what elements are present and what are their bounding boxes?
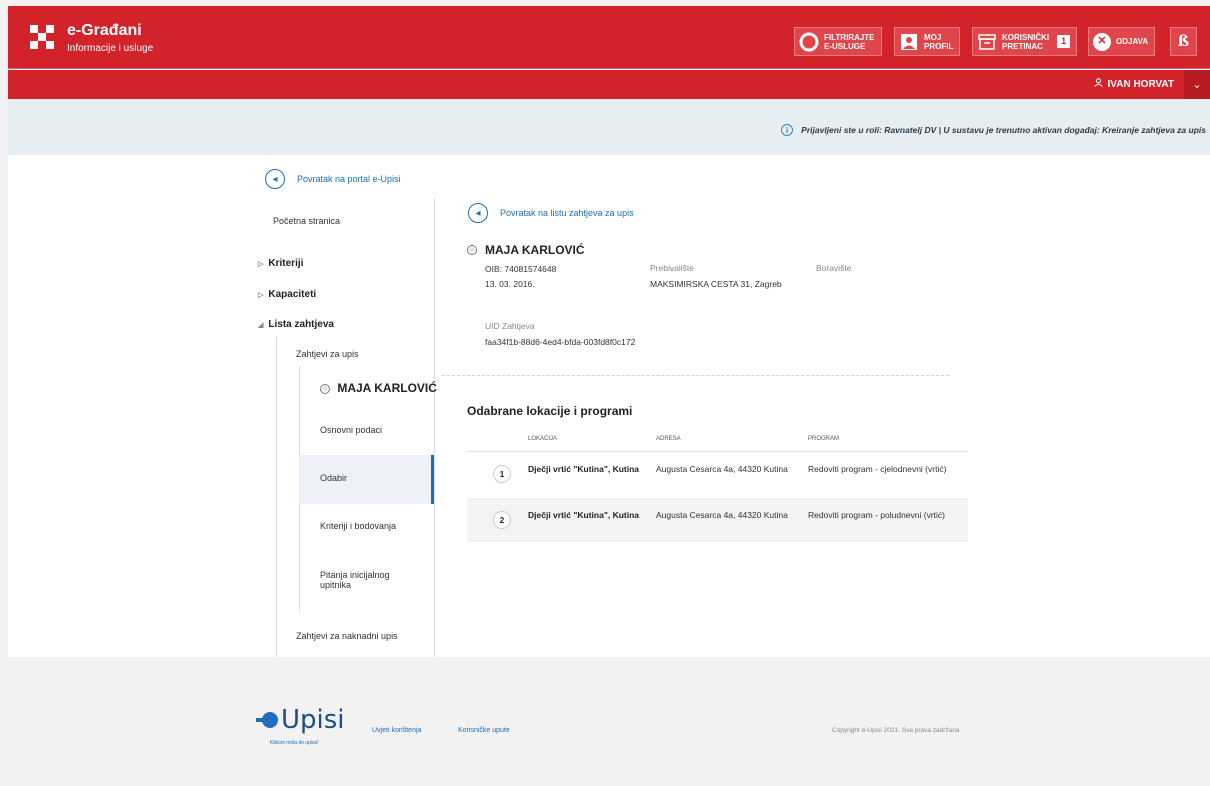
sidebar-item-selection[interactable]: Odabir: [320, 473, 455, 483]
filter-label-1: FILTRIRAJTE: [824, 32, 875, 42]
sidebar-request-list-label: Lista zahtjeva: [268, 319, 334, 330]
brand-title[interactable]: e-Građani: [67, 22, 142, 40]
filter-services-button[interactable]: FILTRIRAJTE E-USLUGE: [794, 27, 882, 56]
profile-icon: [899, 32, 919, 52]
user-guide-link[interactable]: Korisničke upute: [458, 727, 510, 734]
section-title: Odabrane lokacije i programi: [467, 404, 633, 418]
terms-link[interactable]: Uvjeti korištenja: [372, 727, 421, 734]
my-profile-button[interactable]: MOJ PROFIL: [894, 27, 961, 56]
page-frame: e-Građani Informacije i usluge FILTRIRAJ…: [8, 6, 1210, 786]
row-address: Augusta Cesarca 4a, 44320 Kutina: [656, 464, 788, 474]
back-to-portal-label: Povratak na portal e-Upisi: [297, 174, 401, 184]
residence-label: Prebivalište: [650, 263, 694, 273]
sidebar-item-capacities[interactable]: ▷ Kapaciteti: [258, 289, 316, 300]
caret-right-icon: ▷: [258, 292, 264, 299]
lifebuoy-icon: [799, 32, 819, 52]
sidebar-item-initial-questionnaire[interactable]: Pitanja inicijalnog upitnika: [320, 570, 410, 590]
request-list-tree-line: [276, 337, 277, 657]
row-address: Augusta Cesarca 4a, 44320 Kutina: [656, 510, 788, 520]
brand-subtitle: Informacije i usluge: [67, 43, 154, 54]
uid-value: faa34f1b-88d6-4ed4-bfda-003fd8f0c172: [485, 337, 636, 347]
row-number: 1: [493, 465, 511, 483]
sidebar-item-criteria-scoring[interactable]: Kriteriji i bodovanja: [320, 521, 455, 531]
info-icon: i: [781, 124, 794, 136]
child-icon: ☺: [467, 245, 477, 255]
arrow-left-icon: ◂: [468, 203, 488, 223]
logout-button[interactable]: ✕ ODJAVA: [1088, 27, 1156, 56]
table-row: 2 Dječji vrtić "Kutina", Kutina Augusta …: [467, 498, 968, 542]
accessibility-icon: ß: [1177, 32, 1190, 50]
sidebar-item-enrollment-requests[interactable]: Zahtjevi za upis: [296, 349, 359, 359]
row-location: Dječji vrtić "Kutina", Kutina: [528, 464, 640, 474]
arrow-left-icon: ◂: [265, 169, 285, 189]
caret-down-icon: ◢: [258, 322, 264, 329]
oib-value: OIB: 74081574648: [485, 264, 557, 274]
sidebar-child-name-label: MAJA KARLOVIĆ: [337, 381, 437, 395]
column-header-location: LOKACIJA: [528, 436, 558, 442]
info-bar: i Prijavljeni ste u roli: Ravnatelj DV |…: [8, 99, 1210, 155]
logout-label: ODJAVA: [1116, 37, 1149, 46]
inbox-label-1: KORISNIČKI: [1002, 32, 1050, 42]
section-divider: [442, 375, 949, 376]
inbox-icon: [977, 32, 997, 52]
sidebar-item-request-list[interactable]: ◢ Lista zahtjeva: [258, 319, 334, 330]
user-menu[interactable]: IVAN HORVAT: [1093, 78, 1174, 90]
stay-label: Boravište: [816, 263, 852, 273]
row-program: Redoviti program - poludnevni (vrtić): [808, 510, 945, 520]
accessibility-button[interactable]: ß: [1170, 27, 1197, 56]
row-number: 2: [493, 511, 511, 529]
sidebar-item-late-requests[interactable]: Zahtjevi za naknadni upis: [296, 631, 398, 641]
footer: [8, 657, 1210, 786]
caret-right-icon: ▷: [258, 261, 264, 268]
column-header-address: ADRESA: [656, 436, 681, 442]
row-location: Dječji vrtić "Kutina", Kutina: [528, 510, 640, 520]
user-name: IVAN HORVAT: [1107, 78, 1174, 90]
user-inbox-button[interactable]: KORISNIČKI PRETINAC 1: [972, 27, 1078, 56]
birth-date: 13. 03. 2016.: [485, 279, 535, 289]
upisi-logo[interactable]: Upisi: [256, 705, 345, 735]
inbox-label-2: PRETINAC: [1002, 41, 1043, 51]
profile-label-2: PROFIL: [924, 41, 954, 51]
sidebar-item-home[interactable]: Početna stranica: [273, 216, 340, 226]
user-icon: [1093, 78, 1103, 90]
chevron-down-icon[interactable]: ⌄: [1184, 70, 1210, 99]
child-header: ☺ MAJA KARLOVIĆ: [467, 243, 585, 257]
uid-label: UID Zahtjeva: [485, 321, 535, 331]
table-row: 1 Dječji vrtić "Kutina", Kutina Augusta …: [467, 452, 968, 496]
child-icon: ☺: [320, 383, 330, 394]
upisi-tagline: Klikom miša do upisa!: [270, 740, 319, 746]
sidebar-capacities-label: Kapaciteti: [268, 289, 317, 300]
role-event-message: Prijavljeni ste u roli: Ravnatelj DV | U…: [801, 125, 1206, 135]
inbox-count-badge: 1: [1057, 35, 1071, 48]
row-program: Redoviti program - cjelodnevni (vrtić): [808, 464, 947, 474]
sidebar-item-criteria[interactable]: ▷ Kriteriji: [258, 258, 303, 269]
back-to-list-label: Povratak na listu zahtjeva za upis: [500, 208, 634, 218]
user-bar: IVAN HORVAT ⌄: [8, 70, 1210, 99]
child-name: MAJA KARLOVIĆ: [485, 243, 585, 257]
back-to-list-link[interactable]: ◂ Povratak na listu zahtjeva za upis: [468, 203, 634, 223]
profile-label-1: MOJ: [924, 32, 942, 42]
sidebar-item-basic-data[interactable]: Osnovni podaci: [320, 425, 455, 435]
sidebar-criteria-label: Kriteriji: [268, 258, 304, 269]
copyright-text: Copyright e-Upisi 2021. Sva prava zadrža…: [832, 727, 960, 734]
column-header-program: PROGRAM: [808, 436, 840, 442]
upisi-logo-text: Upisi: [281, 705, 345, 735]
filter-label-2: E-USLUGE: [824, 41, 866, 51]
residence-value: MAKSIMIRSKA CESTA 31, Zagreb: [650, 279, 782, 289]
top-header: e-Građani Informacije i usluge FILTRIRAJ…: [8, 6, 1210, 69]
sidebar-child-name: ☺ MAJA KARLOVIĆ: [320, 381, 437, 395]
back-to-portal-link[interactable]: ◂ Povratak na portal e-Upisi: [265, 169, 401, 189]
egradjani-logo-icon[interactable]: [30, 25, 56, 51]
upisi-logo-icon: [256, 712, 278, 728]
close-icon: ✕: [1093, 32, 1111, 51]
